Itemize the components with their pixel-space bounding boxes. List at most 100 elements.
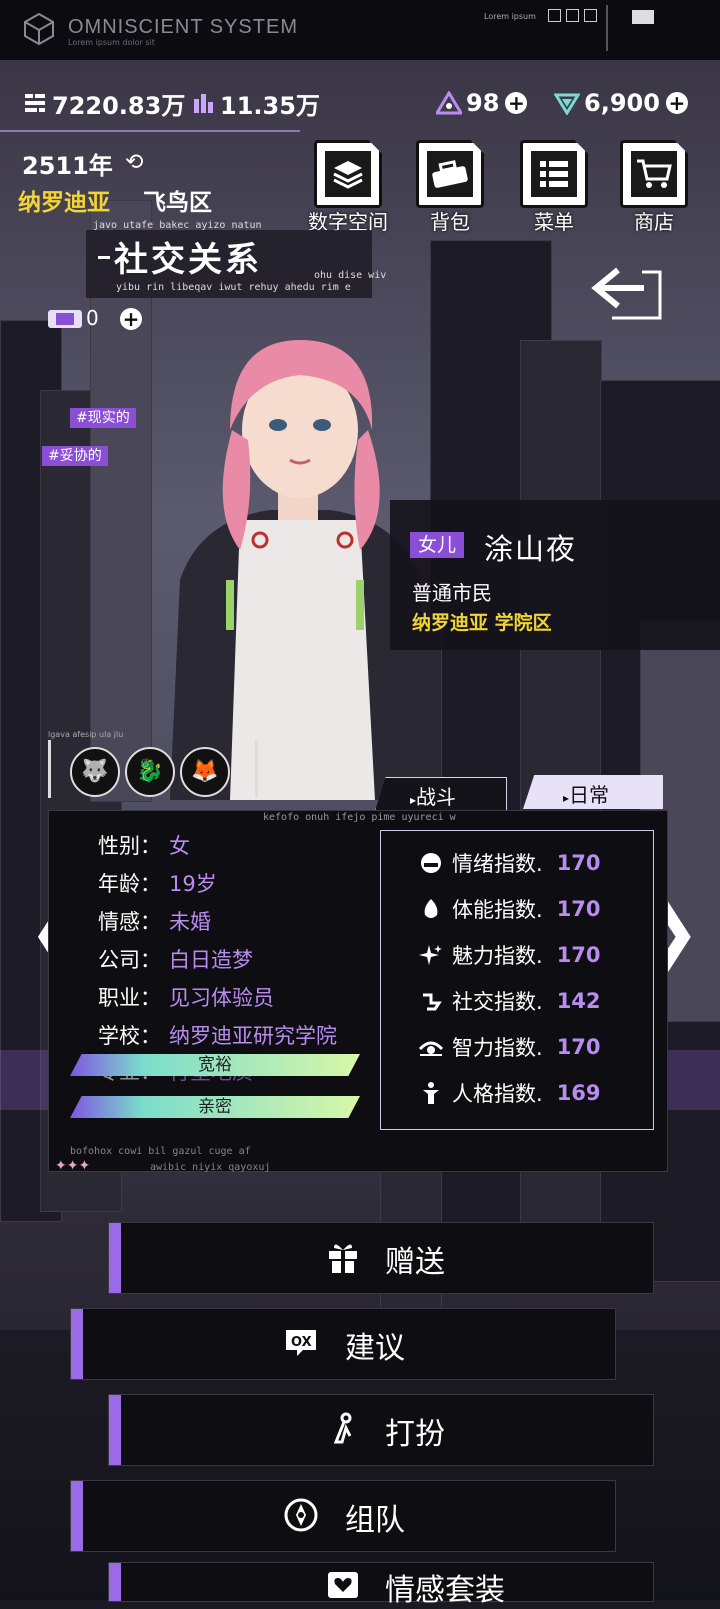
- info-label: 性别：: [98, 834, 161, 858]
- team-button[interactable]: 组队: [70, 1480, 616, 1552]
- dress-label: 打扮: [385, 1417, 445, 1452]
- section-caption-bottom: yibu rin libeqav iwut rehuy ahedu rim e: [116, 282, 351, 293]
- city-label: 纳罗迪亚: [18, 190, 110, 216]
- personality-icon: [418, 1080, 444, 1106]
- money-icon: [22, 90, 48, 116]
- wolf-emblem-icon[interactable]: 🐺: [70, 747, 120, 797]
- info-label: 学校：: [98, 1024, 161, 1048]
- fox-emblem-icon[interactable]: 🦊: [180, 747, 230, 797]
- team-compass-icon: [279, 1493, 323, 1537]
- gift-label: 赠送: [385, 1245, 445, 1280]
- info-value: 白日造梦: [169, 948, 253, 972]
- info-value: 女: [169, 834, 190, 858]
- stat-value: 170: [556, 897, 601, 921]
- hanger-icon: [321, 1407, 365, 1451]
- stat-value: 169: [556, 1081, 601, 1105]
- system-subtitle: Lorem ipsum dolor sit: [68, 38, 155, 47]
- bag-icon: [416, 140, 484, 208]
- money-value: 7220.83万: [52, 91, 186, 120]
- character-location: 纳罗迪亚 学院区: [412, 612, 552, 634]
- stat-value: 142: [556, 989, 601, 1013]
- stat-row-personality: 人格指数. 169: [418, 1078, 601, 1108]
- info-label: 职业：: [98, 986, 161, 1010]
- shopping-cart-icon: [620, 140, 688, 208]
- gem-counter: 11.35万: [190, 88, 320, 120]
- emblem-caption: lgava afesip ula jlu: [48, 730, 124, 739]
- info-row-job: 职业： 见习体验员: [98, 982, 274, 1012]
- add-crystal-button[interactable]: +: [665, 92, 688, 114]
- energy-triangle-icon: [436, 90, 462, 116]
- nav-menu-button[interactable]: 菜单: [518, 140, 590, 234]
- tab-fight[interactable]: ▸战斗: [375, 777, 507, 811]
- gift-button[interactable]: 赠送: [108, 1222, 654, 1294]
- crystal-icon: [554, 90, 580, 116]
- district-label: 飞鸟区: [143, 190, 212, 216]
- back-arrow-button[interactable]: [588, 262, 664, 324]
- stars-decoration: ✦✦✦: [55, 1158, 91, 1174]
- energy-counter: 98 +: [436, 88, 528, 118]
- tab-daily[interactable]: ▸日常: [523, 775, 663, 809]
- info-label: 年龄：: [98, 872, 161, 896]
- suggest-button[interactable]: OX 建议: [70, 1308, 616, 1380]
- info-row-company: 公司： 白日造梦: [98, 944, 253, 974]
- system-logo-icon: [24, 12, 54, 46]
- info-row-marital: 情感： 未婚: [98, 906, 211, 936]
- system-title: OMNISCIENT SYSTEM: [68, 16, 298, 38]
- panel-footer-caption: bofohox cowi bil gazul cuge af: [70, 1146, 251, 1157]
- stat-label: 人格指数.: [452, 1082, 543, 1106]
- emotion-suit-button[interactable]: 情感套装: [108, 1562, 654, 1608]
- tab-fight-label: 战斗: [416, 785, 457, 809]
- intellect-icon: [418, 1034, 444, 1060]
- character-name: 涂山夜: [484, 532, 578, 566]
- nav-bag-button[interactable]: 背包: [414, 140, 486, 234]
- info-value: 19岁: [169, 872, 217, 896]
- stat-label: 情绪指数.: [452, 852, 543, 876]
- info-label: 情感：: [98, 910, 161, 934]
- topbar-caption: Lorem ipsum: [484, 12, 536, 21]
- crystal-counter: 6,900 +: [554, 88, 688, 118]
- chat-ox-icon: OX: [279, 1321, 323, 1365]
- info-row-age: 年龄： 19岁: [98, 868, 217, 898]
- relation-badge: 女儿: [410, 532, 465, 558]
- stat-value: 170: [556, 943, 601, 967]
- stat-row-fitness: 体能指数. 170: [418, 894, 601, 924]
- team-label: 组队: [345, 1503, 405, 1538]
- nav-shop-button[interactable]: 商店: [618, 140, 690, 234]
- add-energy-button[interactable]: +: [505, 92, 528, 114]
- trait-bar: 宽裕: [70, 1054, 360, 1076]
- energy-value: 98: [466, 89, 500, 117]
- refresh-icon: ⟲: [125, 150, 144, 175]
- emotion-suit-label: 情感套装: [385, 1573, 505, 1608]
- heart-box-icon: [321, 1563, 365, 1607]
- trait-bar-label: 宽裕: [198, 1055, 232, 1075]
- trait-bar-label: 亲密: [198, 1097, 232, 1117]
- year-label: 2511年: [22, 152, 113, 180]
- info-row-gender: 性别： 女: [98, 830, 190, 860]
- trait-bar: 亲密: [70, 1096, 360, 1118]
- mood-icon: [418, 850, 444, 876]
- stat-row-social: 社交指数. 142: [418, 986, 601, 1016]
- dragon-emblem-icon[interactable]: 🐉: [125, 747, 175, 797]
- trait-tag: #现实的: [70, 408, 136, 428]
- section-caption-top: javo utafe bakec ayizo natun: [93, 220, 262, 231]
- system-bar: OMNISCIENT SYSTEM Lorem ipsum dolor sit …: [0, 0, 720, 60]
- nav-digital-space-button[interactable]: 数字空间: [308, 140, 388, 234]
- window-box-icon: [566, 9, 579, 22]
- window-box-icon: [548, 9, 561, 22]
- stat-row-intellect: 智力指数. 170: [418, 1032, 601, 1062]
- gem-value: 11.35万: [220, 91, 320, 120]
- dress-button[interactable]: 打扮: [108, 1394, 654, 1466]
- stat-row-charm: 魅力指数. 170: [418, 940, 601, 970]
- info-label: 公司：: [98, 948, 161, 972]
- tab-daily-label: 日常: [569, 783, 610, 807]
- info-row-school: 学校： 纳罗迪亚研究学院: [98, 1020, 337, 1050]
- stat-value: 170: [556, 1035, 601, 1059]
- section-caption-side: ohu dise wiv: [314, 270, 387, 281]
- panel-footer-caption: awibic niyix qayoxuj: [150, 1162, 271, 1173]
- svg-text:OX: OX: [291, 1335, 312, 1350]
- nav-shop-label: 商店: [634, 210, 674, 234]
- add-ticket-button[interactable]: +: [120, 308, 142, 330]
- menu-icon: [520, 140, 588, 208]
- gem-bars-icon: [190, 90, 216, 116]
- info-value: 见习体验员: [169, 986, 274, 1010]
